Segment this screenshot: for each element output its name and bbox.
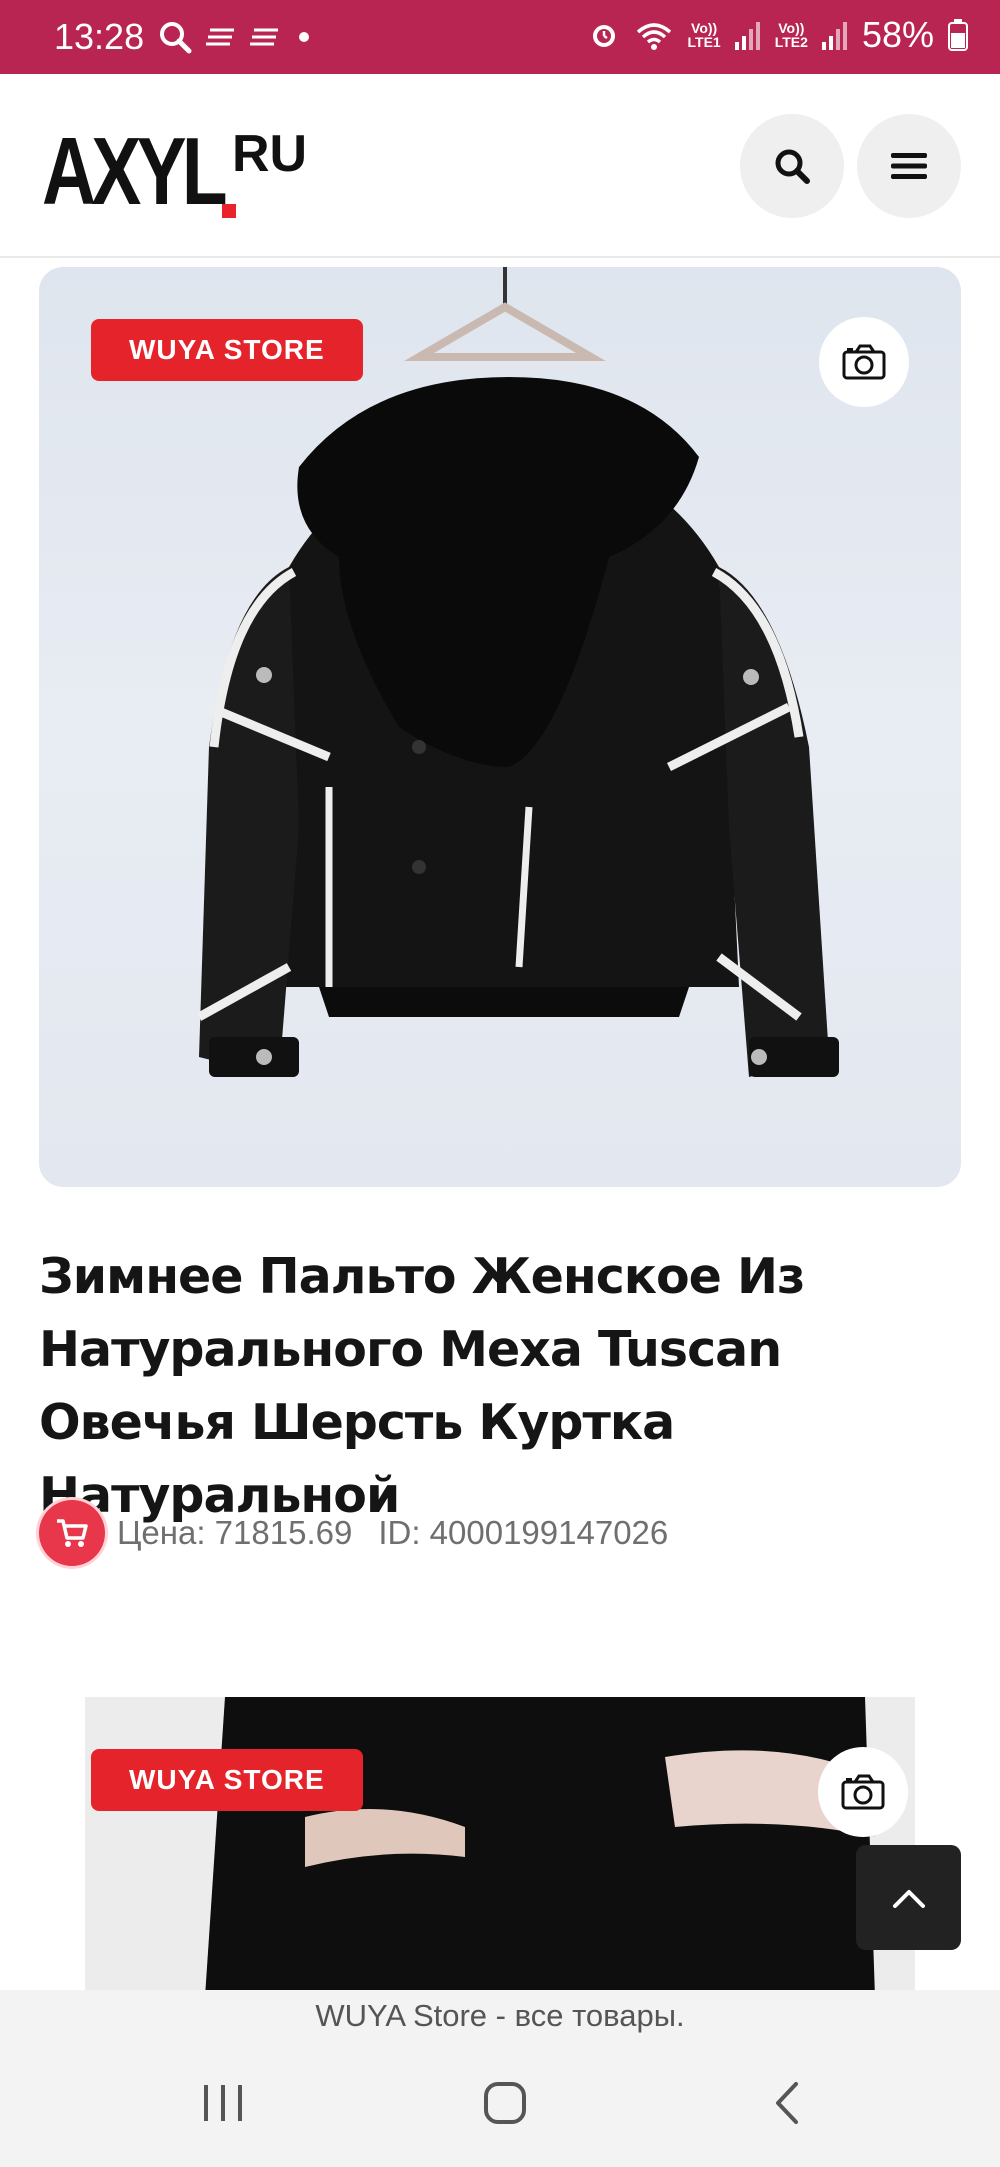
store-badge[interactable]: WUYA STORE bbox=[91, 319, 363, 381]
logo-dot bbox=[222, 204, 236, 218]
battery-percent: 58% bbox=[861, 14, 934, 55]
camera-icon bbox=[842, 344, 886, 380]
recent-apps-icon bbox=[204, 2085, 242, 2121]
site-header: AXYL RU bbox=[0, 74, 1000, 258]
search-button[interactable] bbox=[740, 114, 844, 218]
sweater-photo bbox=[85, 1697, 915, 1997]
scroll-to-top-button[interactable] bbox=[856, 1845, 961, 1950]
back-button[interactable] bbox=[766, 2080, 812, 2131]
alarm-icon bbox=[592, 25, 615, 47]
logo-suffix: RU bbox=[232, 125, 308, 183]
product-image[interactable]: WUYA STORE bbox=[39, 267, 961, 1187]
signal-icon bbox=[821, 22, 847, 50]
chevron-up-icon bbox=[892, 1889, 925, 1908]
status-time: 13:28 bbox=[54, 16, 145, 57]
site-logo[interactable]: AXYL RU bbox=[42, 118, 307, 225]
cart-button[interactable] bbox=[39, 1500, 105, 1566]
recent-apps-button[interactable] bbox=[200, 2080, 246, 2131]
store-all-products-link[interactable]: WUYA Store - все товары. bbox=[0, 1990, 1000, 2042]
camera-button[interactable] bbox=[818, 1747, 908, 1837]
dot-icon bbox=[299, 32, 309, 42]
signal-icon bbox=[734, 22, 760, 50]
camera-icon bbox=[841, 1774, 885, 1810]
battery-icon bbox=[948, 19, 968, 51]
home-button[interactable] bbox=[482, 2080, 528, 2131]
product-id: ID: 4000199147026 bbox=[378, 1514, 669, 1551]
lte1-label: Vo)) LTE1 bbox=[687, 20, 721, 50]
notification-lines-icon bbox=[206, 28, 234, 46]
menu-button[interactable] bbox=[857, 114, 961, 218]
back-icon bbox=[776, 2082, 798, 2124]
product-meta: Цена: 71815.69 ID: 4000199147026 bbox=[39, 1500, 668, 1566]
wifi-icon bbox=[636, 23, 671, 50]
search-icon bbox=[160, 22, 192, 54]
logo-text: AXYL bbox=[42, 118, 228, 225]
hamburger-icon bbox=[891, 153, 927, 179]
notification-lines-icon bbox=[250, 28, 278, 46]
jacket-photo bbox=[196, 267, 839, 1077]
price-label: Цена: 71815.69 bbox=[117, 1514, 353, 1551]
cart-icon bbox=[57, 1519, 88, 1547]
status-bar: 13:28 Vo)) LTE1 Vo)) LTE2 58% bbox=[0, 0, 1000, 74]
lte2-label: Vo)) LTE2 bbox=[774, 20, 808, 50]
product-title[interactable]: Зимнее Пальто Женское Из Натурального Ме… bbox=[39, 1240, 969, 1532]
camera-button[interactable] bbox=[819, 317, 909, 407]
product-image[interactable]: WUYA STORE bbox=[85, 1697, 915, 1997]
search-icon bbox=[775, 149, 810, 184]
home-icon bbox=[484, 2082, 526, 2124]
store-badge[interactable]: WUYA STORE bbox=[91, 1749, 363, 1811]
